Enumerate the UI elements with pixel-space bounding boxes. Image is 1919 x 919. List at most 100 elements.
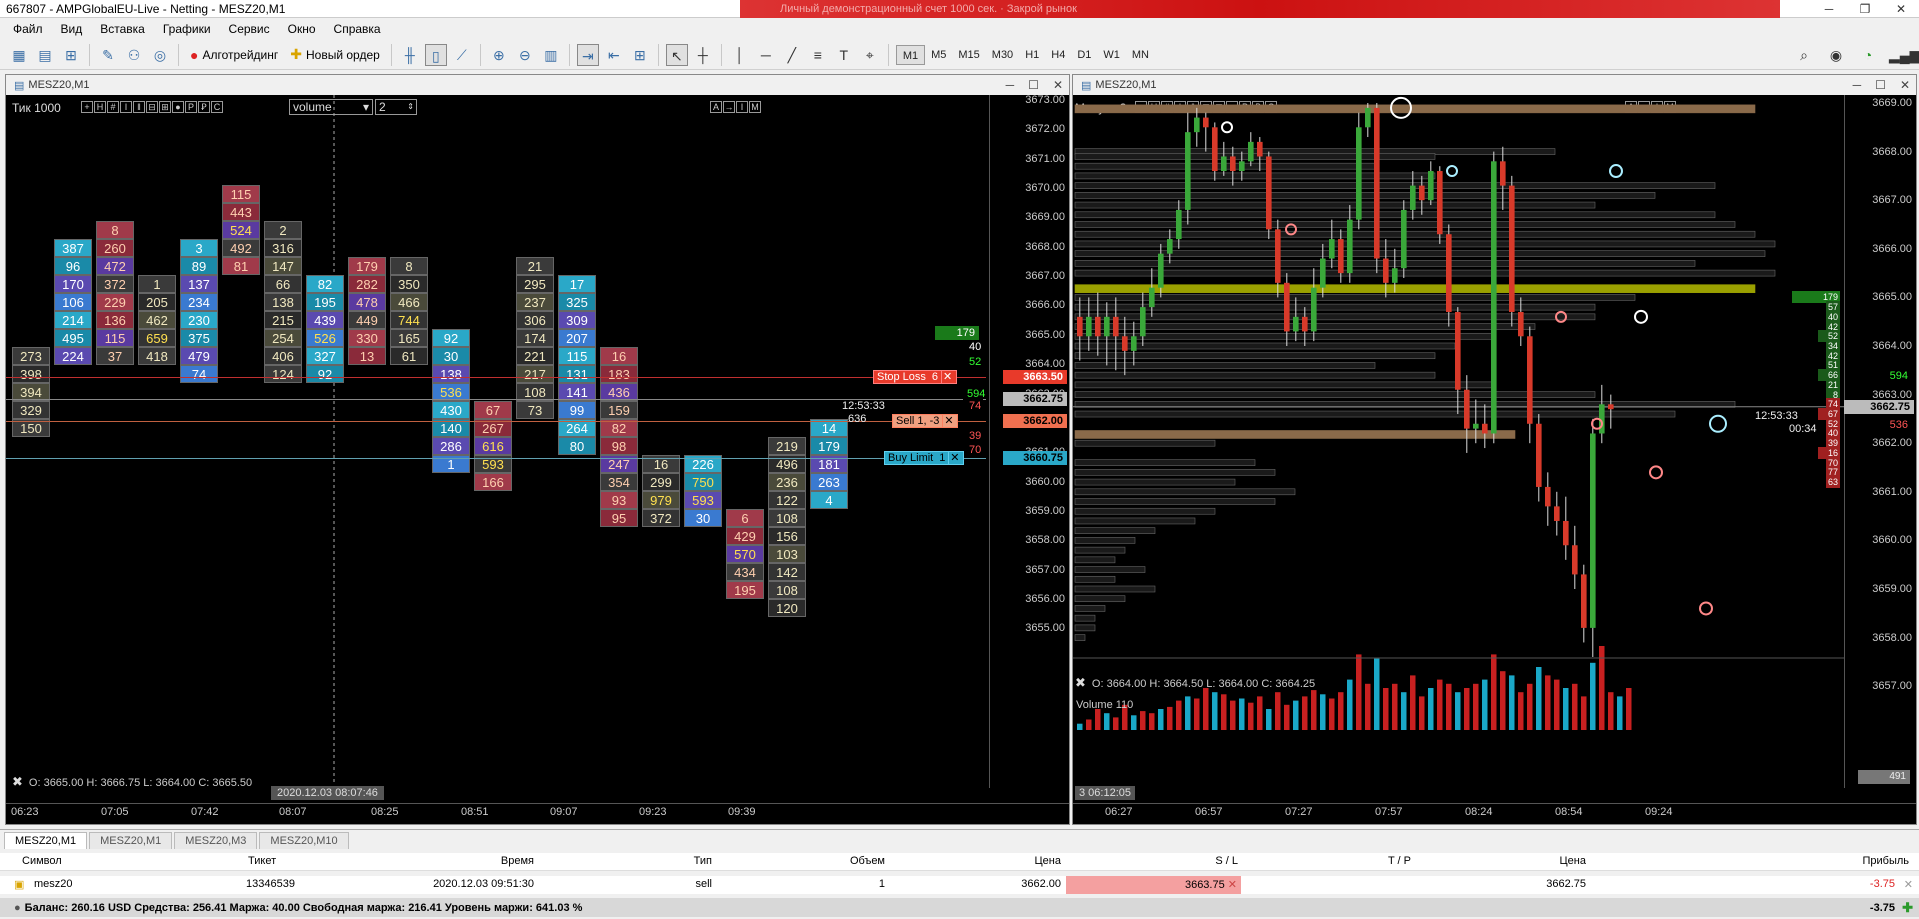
minimize-icon[interactable]: ─ <box>1006 75 1015 95</box>
data-window-icon[interactable]: ✎ <box>97 44 119 66</box>
col-ticket[interactable]: Тикет <box>248 855 276 867</box>
footprint-cell: 138 <box>264 293 302 311</box>
menu-item-3[interactable]: Графики <box>154 22 220 36</box>
timeframe-w1[interactable]: W1 <box>1097 45 1126 65</box>
close-icon[interactable]: ✕ <box>948 451 960 465</box>
tools-icon[interactable]: ✖ <box>12 774 23 789</box>
col-volume[interactable]: Объем <box>850 855 885 867</box>
timeframe-m15[interactable]: M15 <box>952 45 985 65</box>
zoom-out-icon[interactable]: ⊖ <box>514 44 536 66</box>
right-price-axis[interactable]: 3669.00 3668.00 3667.00 3666.00 3665.00 3664.… <box>1844 95 1916 788</box>
close-icon[interactable]: ✕ <box>941 370 953 384</box>
volume-marker: 74 <box>965 399 981 414</box>
buy-limit-tag[interactable]: Buy Limit 1 ✕ <box>884 450 965 465</box>
volume-bar <box>1482 679 1488 730</box>
shapes-icon[interactable]: ⌖ <box>859 44 881 66</box>
bull-candle <box>1086 316 1092 337</box>
position-row[interactable]: ▣ mesz20 13346539 2020.12.03 09:51:30 se… <box>0 876 1919 894</box>
timeframe-mn[interactable]: MN <box>1126 45 1155 65</box>
line-chart-icon[interactable]: ⟋ <box>451 44 473 66</box>
right-chart-area[interactable]: Минута 3 +H#I‖⊟⊞●PꝐC A→IM ✖O: 3664.00 H:… <box>1073 95 1916 824</box>
col-type[interactable]: Тип <box>694 855 712 867</box>
signal-strength-icon[interactable]: ▂▄▆ <box>1889 44 1919 66</box>
col-time[interactable]: Время <box>501 855 534 867</box>
close-icon[interactable]: ✕ <box>1228 879 1237 891</box>
horizontal-line-icon[interactable]: ─ <box>755 44 777 66</box>
left-time-axis[interactable]: 06:23 07:05 07:42 08:07 08:25 08:51 09:07 09:23… <box>6 803 1069 819</box>
col-symbol[interactable]: Символ <box>22 855 62 867</box>
search-icon[interactable]: ⌕ <box>1793 44 1815 66</box>
right-ohlc-text: O: 3664.00 H: 3664.50 L: 3664.00 C: 3664… <box>1091 678 1316 690</box>
price-tick: 3656.00 <box>1025 592 1065 605</box>
cursor-icon[interactable]: ↖ <box>665 43 688 66</box>
footprint-cell: 398 <box>12 365 50 383</box>
text-icon[interactable]: T <box>833 44 855 66</box>
timeframe-d1[interactable]: D1 <box>1071 45 1097 65</box>
vertical-line-icon[interactable]: │ <box>729 44 751 66</box>
right-time-axis[interactable]: 06:27 06:57 07:27 07:57 08:24 08:54 09:24 <box>1073 803 1916 819</box>
trendline-icon[interactable]: ╱ <box>781 44 803 66</box>
crosshair-icon[interactable]: ┼ <box>692 44 714 66</box>
new-order-button[interactable]: ✚ Новый ордер <box>286 44 384 66</box>
bull-candle <box>1590 433 1596 628</box>
chart-tab-2[interactable]: MESZ20,M3 <box>174 832 258 849</box>
add-icon[interactable]: ✚ <box>1902 900 1913 916</box>
close-icon[interactable]: ✕ <box>1900 75 1910 95</box>
account-icon[interactable]: ◉ <box>1825 44 1847 66</box>
col-sl[interactable]: S / L <box>1215 855 1238 867</box>
timeframe-m5[interactable]: M5 <box>925 45 952 65</box>
timeframe-h4[interactable]: H4 <box>1045 45 1071 65</box>
menu-item-4[interactable]: Сервис <box>220 22 279 36</box>
menu-item-5[interactable]: Окно <box>279 22 325 36</box>
row-sl-cell[interactable]: 3663.75 ✕ <box>1066 876 1241 894</box>
indicators-icon[interactable]: ⊞ <box>629 44 651 66</box>
maximize-icon[interactable]: ☐ <box>1028 75 1039 95</box>
market-watch-icon[interactable]: ⊞ <box>60 44 82 66</box>
auto-scroll-icon[interactable]: ⇥ <box>576 43 599 66</box>
menu-item-1[interactable]: Вид <box>52 22 92 36</box>
row-sl: 3663.75 <box>1184 879 1225 891</box>
bear-candle <box>1509 185 1515 312</box>
timeframe-m30[interactable]: M30 <box>986 45 1019 65</box>
menu-item-6[interactable]: Справка <box>325 22 390 36</box>
chart-shift-icon[interactable]: ⇤ <box>603 44 625 66</box>
col-price[interactable]: Цена <box>1035 855 1061 867</box>
left-chart-area[interactable]: Тик 1000 + H # I ‖ ⊟ ⊞ ● P Ꝑ C volume ▾ 2 ⇕ A → I M 273… <box>6 95 1069 824</box>
lvl-icon[interactable]: ◔ <box>1857 44 1879 66</box>
col-tp[interactable]: T / P <box>1388 855 1411 867</box>
timeframe-h1[interactable]: H1 <box>1019 45 1045 65</box>
menu-item-2[interactable]: Вставка <box>91 22 154 36</box>
close-icon[interactable]: ✕ <box>1053 75 1063 95</box>
stop-loss-tag[interactable]: Stop Loss 6 ✕ <box>873 369 958 384</box>
left-price-axis[interactable]: 3673.00 3672.00 3671.00 3670.00 3669.00 3668.… <box>989 95 1069 788</box>
total-profit: -3.75 <box>1869 901 1895 914</box>
maximize-icon[interactable]: ❐ <box>1847 0 1883 18</box>
close-icon[interactable]: ✕ <box>942 414 954 428</box>
zoom-in-icon[interactable]: ⊕ <box>488 44 510 66</box>
profiles-icon[interactable]: ▤ <box>34 44 56 66</box>
close-icon[interactable]: ✕ <box>1883 0 1919 18</box>
footprint-cell: 106 <box>54 293 92 311</box>
chart-tab-3[interactable]: MESZ20,M10 <box>259 832 349 849</box>
new-chart-icon[interactable]: ▦ <box>8 44 30 66</box>
chart-tab-0[interactable]: MESZ20,M1 <box>4 832 88 849</box>
fibo-icon[interactable]: ≡ <box>807 44 829 66</box>
tools-icon[interactable]: ✖ <box>1075 675 1086 690</box>
tile-windows-icon[interactable]: ▥ <box>540 44 562 66</box>
minimize-icon[interactable]: ─ <box>1811 0 1847 18</box>
navigator-icon[interactable]: ⚇ <box>123 44 145 66</box>
maximize-icon[interactable]: ☐ <box>1875 75 1886 95</box>
sell-tag[interactable]: Sell 1, -3 ✕ <box>892 413 959 428</box>
timeframe-m1[interactable]: M1 <box>895 44 926 65</box>
menu-item-0[interactable]: Файл <box>4 22 52 36</box>
algotrading-button[interactable]: ● Алготрейдинг <box>186 44 282 66</box>
bar-chart-icon[interactable]: ╫ <box>399 44 421 66</box>
candle-chart-icon[interactable]: ▯ <box>424 43 447 66</box>
minimize-icon[interactable]: ─ <box>1853 75 1862 95</box>
close-position-icon[interactable]: ✕ <box>1904 878 1913 891</box>
signals-icon[interactable]: ◎ <box>149 44 171 66</box>
col-profit[interactable]: Прибыль <box>1862 855 1909 867</box>
chart-tab-1[interactable]: MESZ20,M1 <box>89 832 173 849</box>
col-current-price[interactable]: Цена <box>1560 855 1586 867</box>
bull-candle <box>1158 253 1164 288</box>
